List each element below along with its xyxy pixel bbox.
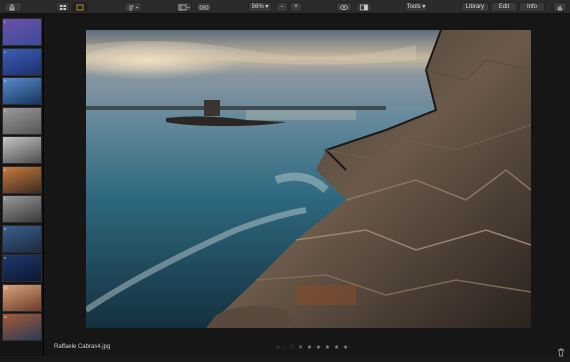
split-view-icon xyxy=(360,4,368,11)
single-image-icon xyxy=(76,4,84,11)
rating-controls[interactable]: ○ · ♡ ✕ ★ ★ ★ ★ ★ xyxy=(276,344,349,351)
thumbnail-item[interactable]: 10 xyxy=(2,283,42,312)
file-name: Raffaele Cabras4.jpg xyxy=(54,344,111,350)
thumbnail-number: 1 xyxy=(4,20,6,24)
preview-button[interactable] xyxy=(336,2,352,12)
info-tab[interactable]: Info xyxy=(519,2,545,12)
thumbnail-item[interactable]: 9 xyxy=(2,254,42,282)
main-photo[interactable] xyxy=(86,30,531,328)
thumbnail-number: 5 xyxy=(4,138,6,142)
thumbnail-number: 6 xyxy=(4,167,6,172)
single-view-button[interactable] xyxy=(72,2,88,12)
thumbnail-item[interactable]: 6 xyxy=(2,165,42,194)
grid-view-button[interactable] xyxy=(56,2,70,12)
thumbnail-item[interactable]: 8 xyxy=(2,224,42,253)
chevron-down-icon: ▾ xyxy=(263,4,269,10)
hand-icon xyxy=(557,5,563,11)
zoom-value: 56% xyxy=(251,4,264,10)
thumbnail-number: 10 xyxy=(4,285,8,290)
library-tab[interactable]: Library xyxy=(461,2,489,12)
share-button[interactable] xyxy=(553,2,567,12)
panel-icon xyxy=(178,4,190,11)
tools-menu-button[interactable]: Tools ▾ xyxy=(405,2,427,12)
thumbnail-item[interactable]: 7 xyxy=(2,195,42,223)
edit-tab[interactable]: Edit xyxy=(491,2,517,12)
zoom-select[interactable]: 56% ▾ xyxy=(248,2,272,12)
seascape-image xyxy=(86,30,531,328)
grid-icon xyxy=(60,5,66,10)
thumbnail-number: 4 xyxy=(4,108,6,113)
sort-icon xyxy=(129,5,139,11)
thumbnail-item[interactable]: 5 xyxy=(2,136,42,164)
thumbnail-number: 9 xyxy=(4,256,6,260)
compare-button[interactable] xyxy=(196,2,212,12)
top-toolbar: 56% ▾ − + Tools ▾ Library Edit Info xyxy=(0,0,570,14)
thumbnail-number: 7 xyxy=(4,197,6,201)
compare-icon xyxy=(199,5,209,10)
tools-label: Tools xyxy=(406,4,421,10)
thumbnail-number: 11 xyxy=(4,315,8,319)
sort-button[interactable] xyxy=(124,2,142,12)
thumbnail-number: 2 xyxy=(4,49,6,54)
panel-toggle-button[interactable] xyxy=(176,2,192,12)
thumbnail-number: 3 xyxy=(4,79,6,83)
thumbnail-item[interactable]: 3 xyxy=(2,77,42,105)
eye-icon xyxy=(340,5,348,10)
download-icon xyxy=(9,4,15,11)
thumbnail-item[interactable]: 11 xyxy=(2,313,42,341)
thumbnail-number: 8 xyxy=(4,226,6,231)
zoom-in-button[interactable]: + xyxy=(290,2,302,12)
thumbnail-item[interactable]: 4 xyxy=(2,106,42,135)
filmstrip-sidebar: 1 2 3 4 5 6 7 8 9 10 11 xyxy=(0,14,44,356)
thumbnail-item[interactable]: 1 xyxy=(2,18,42,46)
import-button[interactable] xyxy=(4,2,22,12)
trash-button[interactable] xyxy=(557,344,565,357)
before-after-button[interactable] xyxy=(356,2,372,12)
thumbnail-item[interactable]: 2 xyxy=(2,47,42,76)
chevron-down-icon: ▾ xyxy=(420,4,426,10)
zoom-out-button[interactable]: − xyxy=(276,2,288,12)
